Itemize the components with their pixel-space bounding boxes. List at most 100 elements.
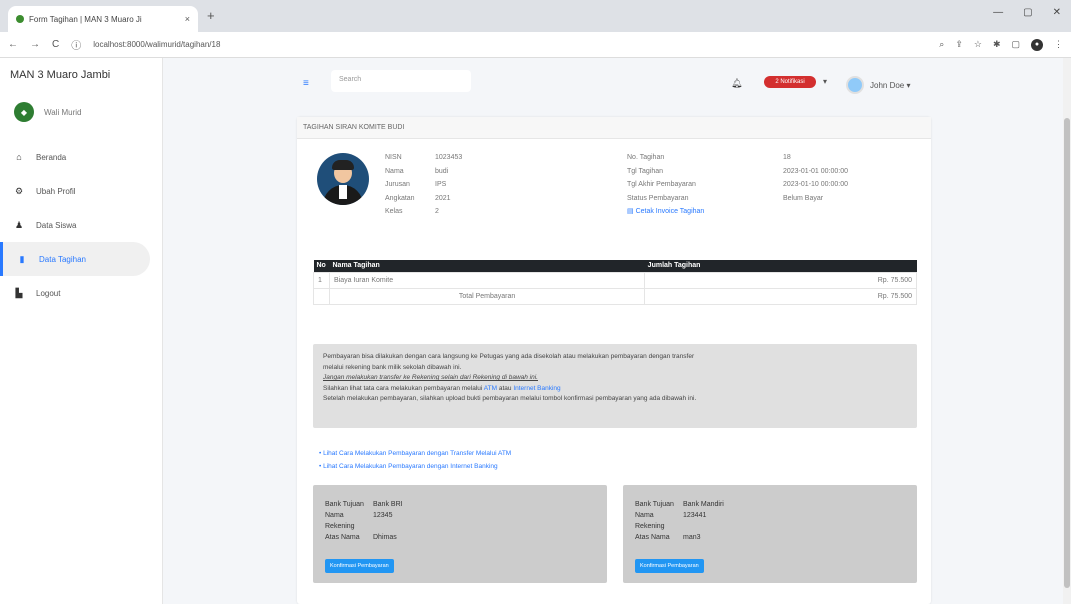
sidebar-item-label: Ubah Profil <box>36 186 76 196</box>
bank-card-bri: Bank Tujuan Bank BRI Nama Rekening 12345 A… <box>313 485 607 583</box>
total-value: Rp. 75.500 <box>644 287 917 305</box>
tagihan-card: TAGIHAN SIRAN KOMITE BUDI NISN 1023453 Na… <box>297 117 931 604</box>
atm-link[interactable]: ATM <box>484 385 497 392</box>
close-tab-icon[interactable]: × <box>185 14 190 24</box>
info-value: 2023-01-10 00:00:00 <box>783 181 848 188</box>
share-icon[interactable]: ⇪ <box>955 39 963 50</box>
bank-value: Bank Mandiri <box>683 501 724 508</box>
sidebar-item-ubah-profil[interactable]: ⚙ Ubah Profil <box>0 174 162 208</box>
user-menu[interactable]: John Doe ▾ <box>870 81 910 90</box>
bank-value: Bank BRI <box>373 501 403 508</box>
close-window-button[interactable]: ✕ <box>1053 7 1061 18</box>
minimize-button[interactable]: — <box>993 7 1003 18</box>
brand-title[interactable]: MAN 3 Muaro Jambi <box>0 58 162 92</box>
payment-notice: Pembayaran bisa dilakukan dengan cara la… <box>313 344 917 428</box>
info-label: Jurusan <box>385 181 410 188</box>
gear-icon: ⚙ <box>14 185 24 196</box>
page-scrollbar[interactable] <box>1063 58 1071 604</box>
notice-line: Pembayaran bisa dilakukan dengan cara la… <box>323 353 695 360</box>
row-name: Biaya Iuran Komite <box>328 271 646 289</box>
tagihan-table: No Nama Tagihan Jumlah Tagihan 1 Biaya I… <box>313 260 917 305</box>
notice-line: Silahkan lihat tata cara melakukan pemba… <box>323 384 561 392</box>
sidebar-item-label: Data Tagihan <box>39 254 86 264</box>
internet-banking-link[interactable]: Internet Banking <box>513 385 560 392</box>
search-input[interactable]: Search <box>331 70 471 92</box>
table-header: No <box>313 260 330 272</box>
sidebar-item-label: Beranda <box>36 152 67 162</box>
sidebar: MAN 3 Muaro Jambi ◆ Wali Murid ⌂ Beranda … <box>0 58 163 604</box>
info-label: No. Tagihan <box>627 154 665 161</box>
total-row: Total Pembayaran Rp. 75.500 <box>313 287 917 305</box>
row-amount: Rp. 75.500 <box>644 271 917 289</box>
info-label: Angkatan <box>385 194 415 202</box>
sidebar-item-beranda[interactable]: ⌂ Beranda <box>0 140 162 174</box>
payment-guide-links: • Lihat Cara Melakukan Pembayaran dengan… <box>319 447 511 473</box>
info-label: Kelas <box>385 208 403 215</box>
confirm-payment-button[interactable]: Konfirmasi Pembayaran <box>325 559 394 573</box>
total-label: Total Pembayaran <box>328 287 646 305</box>
bank-value: 123441 <box>683 512 707 519</box>
row-no: 1 <box>313 271 330 289</box>
scrollbar-thumb[interactable] <box>1064 118 1070 588</box>
print-invoice-link[interactable]: ▤ Cetak Invoice Tagihan <box>627 205 704 219</box>
bank-value: man3 <box>683 534 701 541</box>
sidebar-item-data-tagihan[interactable]: ▮ Data Tagihan <box>0 242 150 276</box>
info-value: 1023453 <box>435 154 463 161</box>
info-value: 2 <box>435 208 439 215</box>
forward-icon[interactable]: → <box>30 39 40 50</box>
menu-dots-icon[interactable]: ⋮ <box>1054 39 1063 50</box>
info-value: Belum Bayar <box>783 194 824 202</box>
guide-atm-link[interactable]: • Lihat Cara Melakukan Pembayaran dengan… <box>319 447 511 460</box>
url-field[interactable]: localhost:8000/walimurid/tagihan/18 <box>93 40 939 49</box>
bank-label: Bank Tujuan <box>325 501 364 508</box>
table-header: Jumlah Tagihan <box>644 260 917 272</box>
confirm-payment-button[interactable]: Konfirmasi Pembayaran <box>635 559 704 573</box>
sidebar-item-label: Logout <box>36 288 61 298</box>
user-icon: ♟ <box>14 219 24 230</box>
info-value: 2021 <box>435 194 451 202</box>
sidebar-item-data-siswa[interactable]: ♟ Data Siswa <box>0 208 162 242</box>
notice-warning: Jangan melakukan transfer ke Rekening se… <box>323 374 538 381</box>
bank-value: 12345 <box>373 512 393 519</box>
bell-icon[interactable]: 🔔︎ <box>731 78 742 89</box>
info-label: Status Pembayaran <box>627 194 689 202</box>
notice-line: melalui rekening bank milik sekolah diba… <box>323 363 462 371</box>
browser-tab-strip: Form Tagihan | MAN 3 Muaro Ji × + — ▢ ✕ <box>0 0 1071 32</box>
sidepanel-icon[interactable]: ▢ <box>1011 39 1020 50</box>
bank-label: Bank Tujuan <box>635 501 674 508</box>
hamburger-icon[interactable]: ≡ <box>303 78 309 89</box>
avatar[interactable] <box>846 76 864 94</box>
favicon-icon <box>16 15 24 23</box>
sidebar-user-name[interactable]: Wali Murid <box>44 108 81 117</box>
back-icon[interactable]: ← <box>8 39 18 50</box>
zoom-icon[interactable]: ⌕ <box>939 39 944 50</box>
table-header: Nama Tagihan <box>329 260 645 272</box>
star-icon[interactable]: ☆ <box>974 39 982 50</box>
file-icon: ▮ <box>19 253 25 264</box>
reload-icon[interactable]: C <box>52 39 59 50</box>
maximize-button[interactable]: ▢ <box>1023 7 1032 18</box>
info-value: 18 <box>783 154 791 161</box>
bank-value: Dhimas <box>373 534 397 541</box>
browser-tab[interactable]: Form Tagihan | MAN 3 Muaro Ji × <box>8 6 198 32</box>
notification-badge[interactable]: 2 Notifikasi <box>764 76 816 88</box>
bank-card-mandiri: Bank Tujuan Bank Mandiri Nama Rekening 123… <box>623 485 917 583</box>
logout-icon: ▙ <box>15 287 23 298</box>
chevron-down-icon[interactable]: ▾ <box>823 77 827 86</box>
print-icon: ▤ <box>627 208 636 215</box>
sidebar-item-logout[interactable]: ▙ Logout <box>0 276 162 310</box>
profile-icon[interactable]: ● <box>1031 38 1043 51</box>
bank-label: Atas Nama <box>635 534 670 541</box>
info-label: NISN <box>385 154 402 161</box>
student-photo <box>317 153 369 205</box>
tab-title: Form Tagihan | MAN 3 Muaro Ji <box>29 14 142 24</box>
new-tab-button[interactable]: + <box>207 8 215 23</box>
info-icon[interactable]: ⓘ <box>71 37 81 52</box>
guide-ib-link[interactable]: • Lihat Cara Melakukan Pembayaran dengan… <box>319 460 511 473</box>
table-row: 1 Biaya Iuran Komite Rp. 75.500 <box>313 271 917 289</box>
info-value: 2023-01-01 00:00:00 <box>783 167 848 175</box>
info-label: Nama <box>385 167 404 175</box>
info-label: Tgl Akhir Pembayaran <box>627 181 696 188</box>
school-logo-icon: ◆ <box>14 102 34 122</box>
extensions-icon[interactable]: ✱ <box>993 39 1001 50</box>
